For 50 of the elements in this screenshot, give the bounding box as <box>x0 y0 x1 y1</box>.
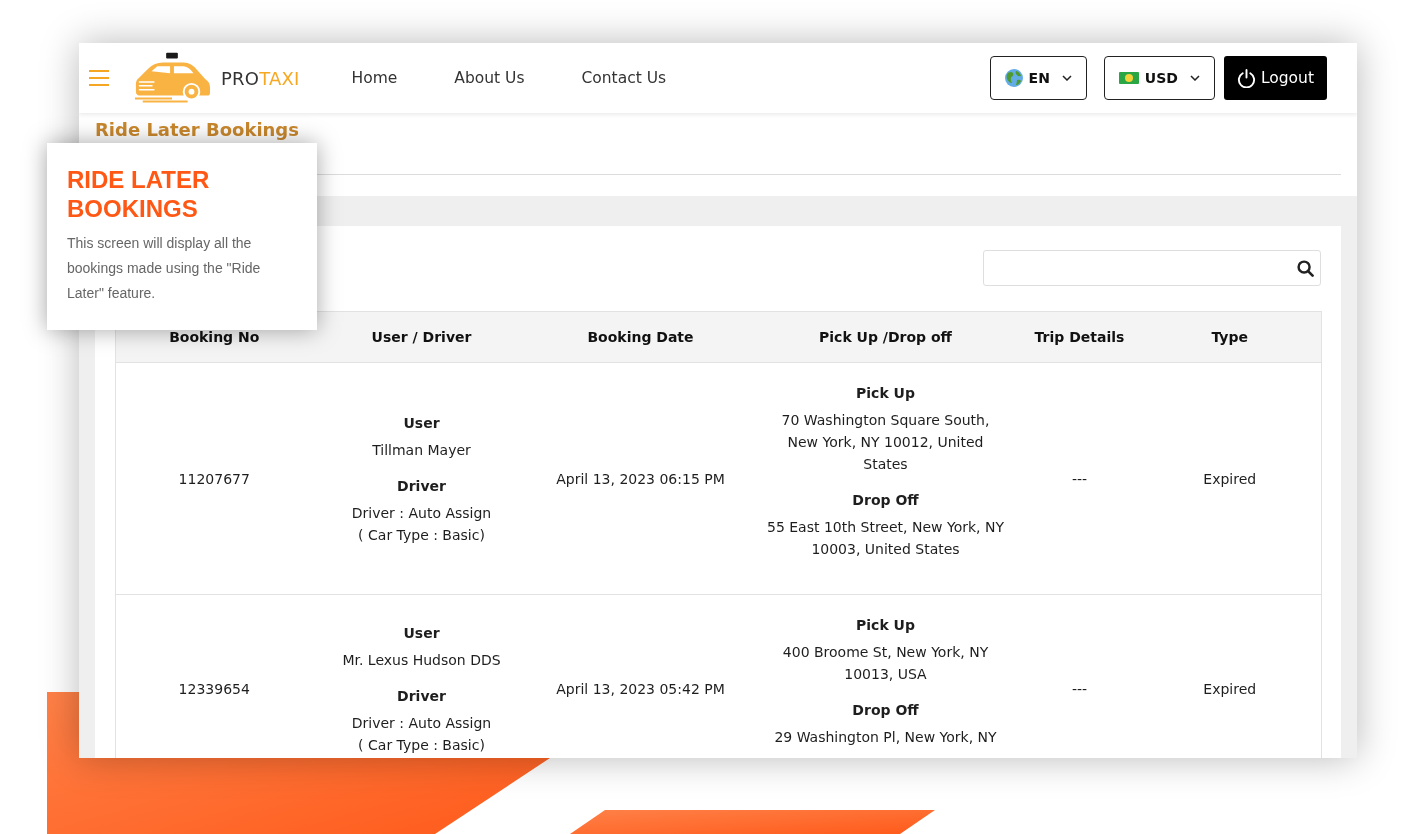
currency-select[interactable]: USD <box>1103 56 1215 100</box>
dropoff-address: 55 East 10th Street, New York, NY 10003, United States <box>766 518 1005 559</box>
pickup-label: Pick Up <box>855 616 916 635</box>
power-icon <box>1236 68 1256 88</box>
search-field[interactable] <box>983 250 1321 286</box>
car-type: ( Car Type : Basic) <box>357 735 486 755</box>
taxi-car-icon <box>133 52 211 104</box>
nav-link[interactable]: About Us <box>454 69 525 87</box>
booking-type: Expired <box>1203 679 1257 699</box>
driver-label: Driver <box>396 686 447 706</box>
search-icon[interactable] <box>1297 259 1314 277</box>
booking-number: 12339654 <box>178 679 250 699</box>
booking-number: 11207677 <box>178 469 250 489</box>
driver-label: Driver <box>396 476 447 496</box>
user-label: User <box>402 623 441 643</box>
column-header: Type <box>1138 311 1322 363</box>
car-type: ( Car Type : Basic) <box>357 525 486 545</box>
user-name: Mr. Lexus Hudson DDS <box>341 650 502 670</box>
nav-link[interactable]: Home <box>351 69 398 87</box>
pickup-label: Pick Up <box>855 384 916 403</box>
booking-type: Expired <box>1203 469 1257 489</box>
dropoff-address: 29 Washington Pl, New York, NY <box>773 728 998 747</box>
brand-name: PROTAXI <box>221 67 300 89</box>
trip-details: --- <box>1071 679 1088 699</box>
pickup-address: 70 Washington Square South, New York, NY 10012, United States <box>780 411 991 474</box>
callout-text: This screen will display all the bookings made using the "Ride Later" feature. <box>67 234 262 303</box>
caret-icon <box>1189 75 1200 81</box>
language-select[interactable]: EN <box>989 56 1087 100</box>
column-header: User / Driver <box>312 311 531 363</box>
banknote-icon <box>1118 72 1139 84</box>
trip-details: --- <box>1071 469 1088 489</box>
caret-icon <box>1061 75 1072 81</box>
dropoff-label: Drop Off <box>851 491 920 510</box>
page-title: Ride Later Bookings <box>95 118 299 142</box>
pickup-address: 400 Broome St, New York, NY 10013, USA <box>781 643 990 684</box>
column-header: Trip Details <box>1020 311 1139 363</box>
nav-link[interactable]: Contact Us <box>581 69 667 87</box>
column-header: Booking Date <box>530 311 751 363</box>
dropoff-label: Drop Off <box>851 701 920 720</box>
booking-date: April 13, 2023 05:42 PM <box>556 679 725 699</box>
column-header: Pick Up /Drop off <box>750 311 1021 363</box>
menu-icon[interactable] <box>89 70 109 86</box>
driver-value: Driver : Auto Assign <box>350 713 493 733</box>
user-label: User <box>402 413 441 433</box>
user-name: Tillman Mayer <box>371 440 472 460</box>
callout-title: RIDE LATER BOOKINGS <box>67 165 211 223</box>
logout-button[interactable]: Logout <box>1223 56 1327 100</box>
globe-icon <box>1004 69 1023 87</box>
driver-value: Driver : Auto Assign <box>350 503 493 523</box>
booking-date: April 13, 2023 06:15 PM <box>556 469 725 489</box>
